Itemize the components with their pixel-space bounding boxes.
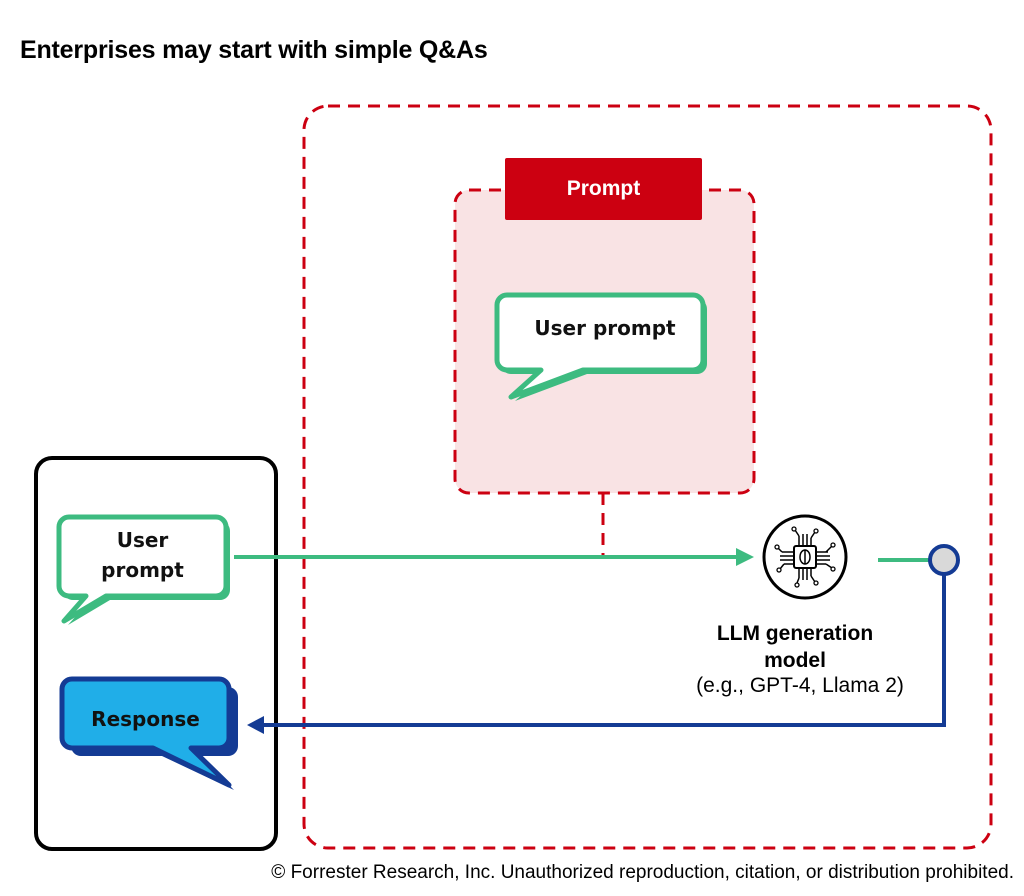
diagram-canvas [34, 104, 993, 851]
llm-title: LLM generation model [660, 620, 930, 674]
ai-chip-brain-icon [762, 514, 848, 600]
llm-title-line1: LLM generation [716, 622, 874, 645]
user-prompt-label-line2: prompt [101, 558, 184, 582]
llm-title-line2: model [764, 649, 826, 672]
response-bubble [59, 676, 238, 790]
llm-examples: (e.g., GPT-4, Llama 2) [696, 674, 904, 697]
response-label: Response [91, 707, 200, 731]
response-arrowhead [247, 716, 264, 734]
user-prompt-label-line1: User [116, 528, 169, 552]
copyright-footer: © Forrester Research, Inc. Unauthorized … [271, 862, 1014, 883]
prompt-header-label: Prompt [505, 158, 702, 220]
prompt-bubble-label: User prompt [534, 316, 676, 340]
input-arrowhead [736, 548, 754, 566]
output-node [928, 544, 960, 576]
